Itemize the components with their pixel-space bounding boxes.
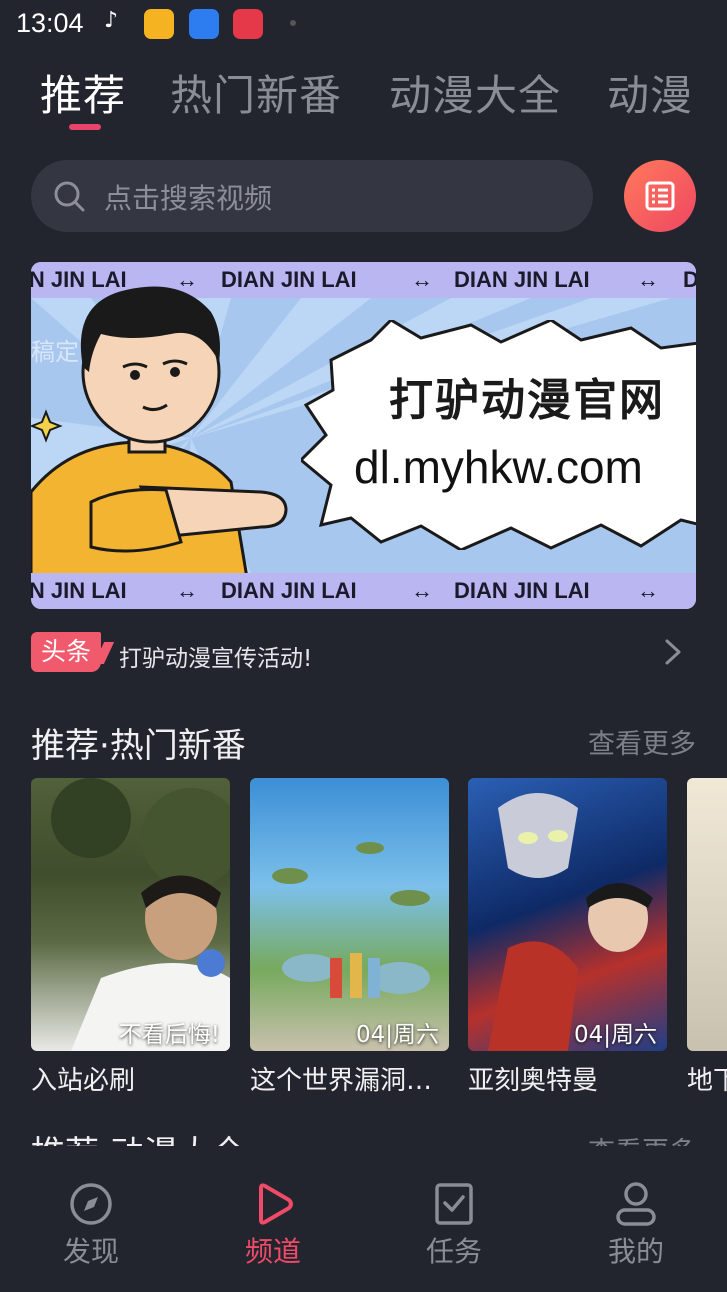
strip-text: DIAN JIN LAI [454, 578, 590, 603]
card-title: 这个世界漏洞… [250, 1066, 433, 1096]
tab-anime[interactable]: 动漫 [607, 62, 693, 123]
tab-recommend[interactable]: 推荐 [40, 62, 126, 123]
list-icon [645, 181, 675, 211]
tiktok-notification-icon: ♪ [104, 8, 119, 33]
status-bar: 13:04 ♪ [0, 0, 727, 50]
hot-new-carousel: 不看后悔! 入站必刷 04|周六 这个世界漏洞… 04|周六 亚刻奥特曼 地 [0, 778, 727, 1098]
see-more-link[interactable]: 查看更多 [588, 722, 696, 761]
active-tab-indicator [69, 124, 101, 130]
card-thumbnail [687, 778, 727, 1051]
card-thumbnail: 不看后悔! [31, 778, 230, 1051]
banner-title: 打驴动漫官网 [389, 375, 665, 426]
user-icon [616, 1182, 656, 1226]
search-input[interactable]: 点击搜索视频 [31, 160, 593, 232]
thumbnail-art [488, 793, 653, 1051]
tab-anime-all[interactable]: 动漫大全 [389, 62, 561, 123]
banner-bottom-strip: DIAN JIN LAI ↔ DIAN JIN LAI ↔ DIAN JIN L… [31, 573, 696, 609]
app-notification-icon [144, 9, 174, 39]
headline-news[interactable]: 头条 打驴动漫宣传活动! [31, 632, 696, 674]
thumbnail-art [272, 842, 430, 998]
category-tabs: 推荐 热门新番 动漫大全 动漫 [0, 58, 727, 138]
card-thumbnail: 04|周六 [468, 778, 667, 1051]
search-icon [54, 181, 85, 212]
task-icon [435, 1183, 473, 1225]
promo-banner[interactable]: DIAN JIN LAI ↔ DIAN JIN LAI ↔ DIAN JIN L… [31, 262, 696, 609]
section-title-anime-all: 推荐·动漫大全 [31, 1126, 246, 1148]
strip-text: DIAN JIN LAI [221, 578, 357, 603]
bottom-navigation: 发现 频道 任务 我的 [0, 1146, 727, 1292]
play-icon [259, 1183, 293, 1225]
chevron-right-icon [665, 639, 681, 665]
watermark-text: 稿定 [443, 340, 491, 368]
cartoon-character-illustration [31, 286, 288, 602]
video-app-notification-icon [233, 9, 263, 39]
thumbnail-art [51, 778, 230, 1051]
more-notifications-dot-icon [290, 20, 296, 26]
nav-label: 频道 [244, 1235, 301, 1268]
compass-icon [70, 1183, 112, 1225]
nav-tasks[interactable]: 任务 [394, 1180, 514, 1270]
card-badge: 不看后悔! [118, 1022, 220, 1048]
strip-text: DIAN JIN LAI [31, 578, 127, 603]
nav-label: 任务 [425, 1235, 482, 1268]
search-placeholder: 点击搜索视频 [104, 182, 273, 215]
card-badge: 04|周六 [355, 1022, 439, 1048]
nav-discover[interactable]: 发现 [31, 1180, 151, 1270]
headline-text: 打驴动漫宣传活动! [119, 646, 313, 672]
card-badge: 04|周六 [573, 1022, 657, 1048]
nav-mine[interactable]: 我的 [576, 1180, 696, 1270]
card-title: 地下 [687, 1066, 727, 1096]
speech-bubble [301, 320, 696, 550]
section-title-hot-new: 推荐·热门新番 [31, 726, 246, 766]
status-time: 13:04 [16, 8, 84, 38]
card-thumbnail: 04|周六 [250, 778, 449, 1051]
tv-app-notification-icon [189, 9, 219, 39]
tab-hot-new[interactable]: 热门新番 [170, 62, 342, 123]
nav-label: 发现 [62, 1235, 119, 1268]
nav-label: 我的 [607, 1235, 664, 1268]
see-more-link[interactable]: 查看更多 [588, 1130, 696, 1146]
nav-channel[interactable]: 频道 [213, 1180, 333, 1270]
category-list-button[interactable] [624, 160, 696, 232]
card-title: 入站必刷 [31, 1066, 136, 1096]
banner-url: dl.myhkw.com [354, 441, 643, 493]
headline-badge: 头条 [31, 632, 102, 672]
card-title: 亚刻奥特曼 [468, 1066, 599, 1096]
strip-text: DIAN JIN LAI [454, 267, 590, 292]
